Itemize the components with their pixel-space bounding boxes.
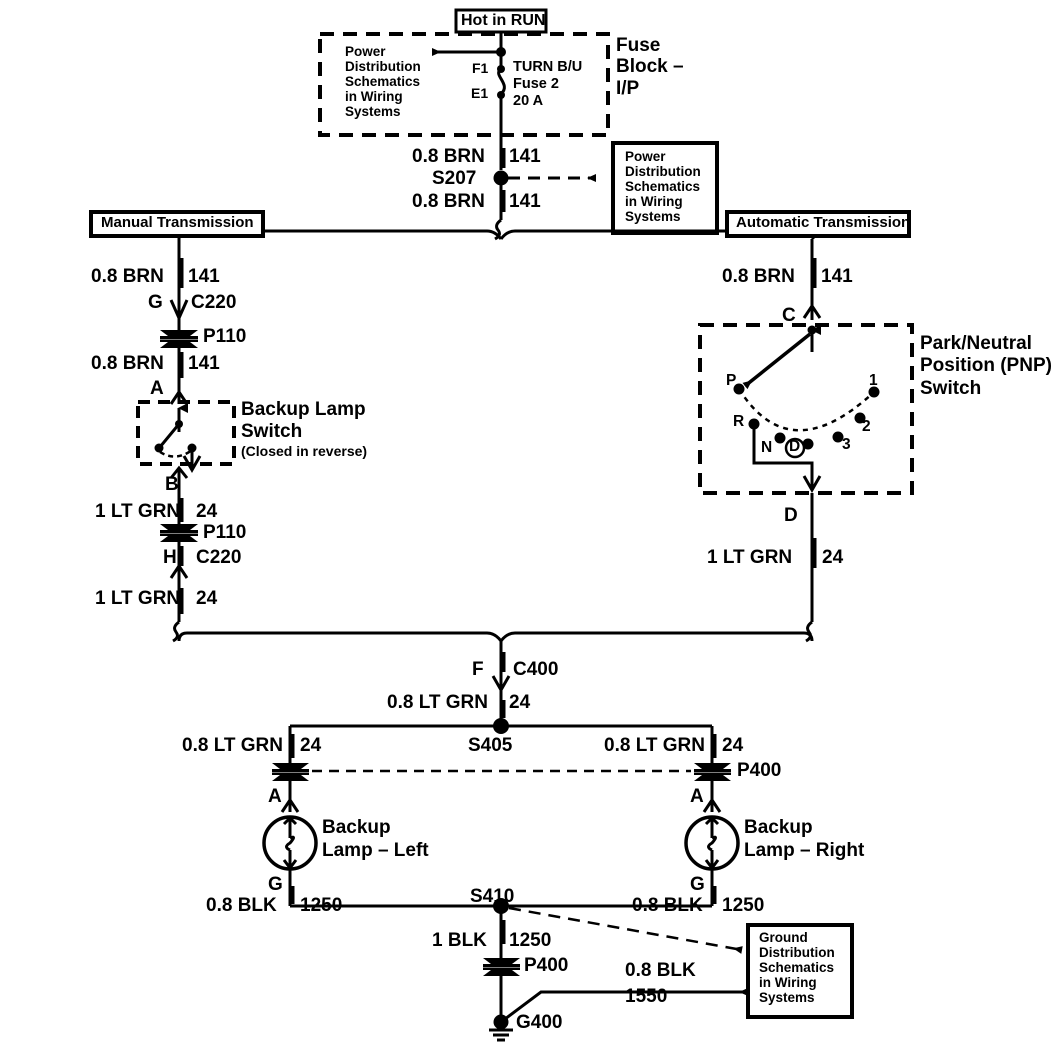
- manual-transmission-label: Manual Transmission: [101, 214, 254, 231]
- left-lamp-pin-a: A: [268, 786, 282, 807]
- left-wire2-gauge: 0.8 BRN: [91, 353, 164, 374]
- pnp-switch-label: Park/Neutral Position (PNP) Switch: [920, 333, 1052, 399]
- splice-s405-label: S405: [468, 735, 513, 756]
- connector-p400-right-icon: [694, 763, 731, 781]
- mid-wire-gauge: 0.8 LT GRN: [387, 692, 488, 713]
- wire-label-brn-141-below-s207: 0.8 BRN: [412, 191, 485, 212]
- right-pin-c: C: [782, 305, 796, 326]
- left-wire2-circuit: 141: [188, 353, 220, 374]
- pnp-switch-box: [698, 323, 914, 495]
- right-pin-d: D: [784, 505, 798, 526]
- connector-p400-left-icon: [272, 763, 309, 781]
- left-pin-a: A: [150, 378, 164, 399]
- right-lamp-pin-a: A: [690, 786, 704, 807]
- circuit-141-below-s207: 141: [509, 191, 541, 212]
- right-wire1-circuit: 141: [821, 266, 853, 287]
- fuse-number-label: Fuse 2: [513, 76, 559, 92]
- ground-branch-gauge: 0.8 BLK: [625, 960, 696, 981]
- mid-conn-c400: C400: [513, 659, 559, 680]
- fuse-block-label: Fuse Block – I/P: [616, 35, 684, 99]
- right-lamp-wire-circuit: 24: [722, 735, 744, 756]
- ground-wire-circuit: 1250: [509, 930, 552, 951]
- pnp-position-2: 2: [862, 418, 871, 435]
- left-conn-c220-top: C220: [191, 292, 237, 313]
- left-pin-h: H: [163, 547, 177, 568]
- pnp-position-n: N: [761, 439, 773, 456]
- conn-p400-label: P400: [737, 760, 782, 781]
- pnp-position-1: 1: [869, 372, 878, 389]
- ground-distribution-label: Ground Distribution Schematics in Wiring…: [759, 930, 835, 1006]
- left-wire4-gauge: 1 LT GRN: [95, 588, 181, 609]
- fuse-terminal-f1: F1: [472, 60, 489, 76]
- ground-symbol-icon: [489, 1028, 513, 1042]
- left-wire3-circuit: 24: [196, 501, 218, 522]
- backup-lamp-switch-note: (Closed in reverse): [241, 443, 368, 459]
- right-wire1-gauge: 0.8 BRN: [722, 266, 795, 287]
- splice-s410-label: S410: [470, 886, 515, 907]
- right-wire2-gauge: 1 LT GRN: [707, 547, 793, 568]
- pnp-position-3: 3: [842, 436, 851, 453]
- left-wire3-gauge: 1 LT GRN: [95, 501, 181, 522]
- backup-lamp-switch-label: Backup Lamp Switch: [241, 399, 366, 443]
- backup-lamp-left-label: Backup Lamp – Left: [322, 817, 429, 861]
- left-wire1-gauge: 0.8 BRN: [91, 266, 164, 287]
- fuse-rating-label: 20 A: [513, 93, 544, 109]
- mid-wire-circuit: 24: [509, 692, 531, 713]
- switch-arm: [158, 423, 181, 448]
- left-pin-b: B: [165, 474, 179, 495]
- right-ground-gauge: 0.8 BLK: [632, 895, 703, 916]
- circuit-141-above-s207: 141: [509, 146, 541, 167]
- left-conn-c220-bottom: C220: [196, 547, 242, 568]
- left-pin-g: G: [148, 292, 163, 313]
- fuse-name-label: TURN B/U: [513, 59, 583, 75]
- left-conn-p110-top: P110: [203, 326, 247, 347]
- wire-label-brn-141-above-s207: 0.8 BRN: [412, 146, 485, 167]
- left-lamp-wire-gauge: 0.8 LT GRN: [182, 735, 283, 756]
- power-distribution-label-right: Power Distribution Schematics in Wiring …: [625, 149, 701, 225]
- fuse-terminal-e1: E1: [471, 85, 489, 101]
- left-wire4-circuit: 24: [196, 588, 218, 609]
- connector-p110-bottom-icon: [160, 524, 198, 542]
- left-wire1-circuit: 141: [188, 266, 220, 287]
- left-lamp-pin-g: G: [268, 874, 283, 895]
- pnp-position-p: P: [726, 372, 737, 389]
- backup-lamp-left-icon: [262, 815, 318, 871]
- connector-p110-top-icon: [160, 330, 198, 348]
- right-lamp-wire-gauge: 0.8 LT GRN: [604, 735, 705, 756]
- connector-p400-ground-icon: [483, 958, 520, 976]
- ground-g400-label: G400: [516, 1012, 563, 1033]
- pnp-position-r: R: [733, 413, 745, 430]
- left-ground-gauge: 0.8 BLK: [206, 895, 277, 916]
- left-ground-circuit: 1250: [300, 895, 343, 916]
- backup-lamp-switch-box: [136, 400, 236, 466]
- ground-wire-gauge: 1 BLK: [432, 930, 487, 951]
- hot-in-run-label: Hot in RUN: [461, 12, 546, 29]
- right-lamp-pin-g: G: [690, 874, 705, 895]
- mid-pin-f: F: [472, 659, 484, 680]
- left-lamp-wire-circuit: 24: [300, 735, 322, 756]
- power-distribution-label-left: Power Distribution Schematics in Wiring …: [345, 44, 421, 120]
- backup-lamp-right-label: Backup Lamp – Right: [744, 817, 865, 861]
- ground-conn-p400: P400: [524, 955, 569, 976]
- automatic-transmission-label: Automatic Transmission: [736, 214, 911, 231]
- right-ground-circuit: 1250: [722, 895, 765, 916]
- pnp-position-d: D: [789, 438, 801, 455]
- pnp-contact-n: [774, 432, 786, 444]
- left-conn-p110-bottom: P110: [203, 522, 247, 543]
- ground-branch-circuit: 1550: [625, 986, 668, 1007]
- right-wire2-circuit: 24: [822, 547, 844, 568]
- backup-lamp-right-icon: [684, 815, 740, 871]
- splice-s207-label: S207: [432, 168, 477, 189]
